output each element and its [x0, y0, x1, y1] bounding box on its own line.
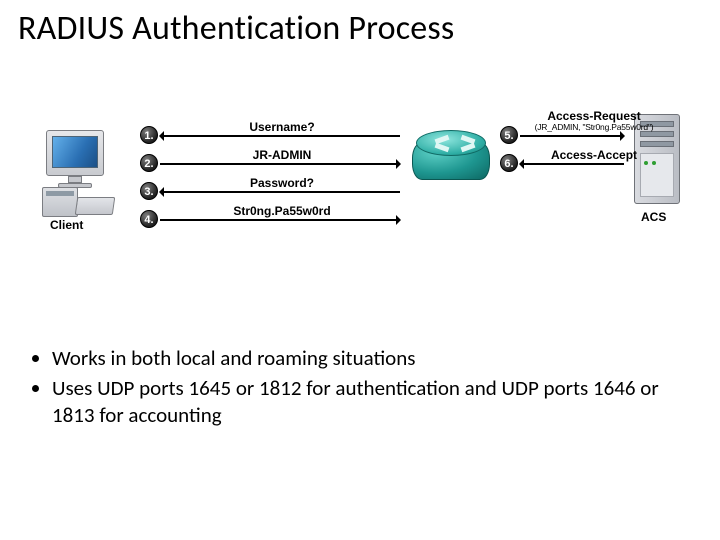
step-label-3: Password?: [212, 176, 352, 190]
step-label-1: Username?: [212, 120, 352, 134]
step-badge-2: 2.: [140, 154, 158, 172]
step-label-5-main: Access-Request: [547, 109, 640, 123]
acs-label: ACS: [641, 210, 666, 224]
router-icon: [412, 132, 490, 186]
step-badge-6: 6.: [500, 154, 518, 172]
arrow-step-2: [160, 163, 400, 165]
arrow-step-1: [160, 135, 400, 137]
step-badge-5: 5.: [500, 126, 518, 144]
client-label: Client: [50, 218, 83, 232]
arrow-step-4: [160, 219, 400, 221]
client-icon: [42, 130, 112, 215]
step-label-5-sub: (JR_ADMIN, "Str0ng.Pa55w0rd"): [524, 123, 664, 132]
arrow-step-3: [160, 191, 400, 193]
step-badge-4: 4.: [140, 210, 158, 228]
step-label-5: Access-Request (JR_ADMIN, "Str0ng.Pa55w0…: [524, 110, 664, 132]
step-label-2: JR-ADMIN: [212, 148, 352, 162]
page-title: RADIUS Authentication Process: [18, 8, 454, 49]
auth-diagram: Client ACS 1. 2. 3. 4. 5. 6. Username? J…: [42, 120, 678, 310]
arrow-step-5: [520, 135, 624, 137]
step-label-4: Str0ng.Pa55w0rd: [202, 204, 362, 218]
list-item: Works in both local and roaming situatio…: [52, 345, 690, 371]
arrow-step-6: [520, 163, 624, 165]
list-item: Uses UDP ports 1645 or 1812 for authenti…: [52, 375, 690, 428]
step-label-6: Access-Accept: [524, 148, 664, 162]
notes-list: Works in both local and roaming situatio…: [30, 345, 690, 432]
step-badge-3: 3.: [140, 182, 158, 200]
step-badge-1: 1.: [140, 126, 158, 144]
